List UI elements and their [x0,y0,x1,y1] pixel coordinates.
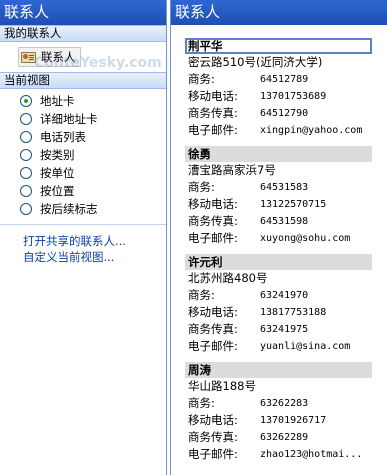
my-contacts-header[interactable]: 我的联系人 [0,25,166,42]
contacts-folder-row: 联系人 [0,42,166,72]
current-view-header[interactable]: 当前视图 [0,72,166,89]
card-address: 漕宝路高家浜7号 [188,163,276,177]
card-business-fax: 商务传真: 64531598 [185,213,372,230]
address-card-list: 荆平华 密云路510号(近同济大学) 商务: 64512789 移动电话: 1370… [171,25,387,463]
card-address: 密云路510号(近同济大学) [188,55,323,69]
address-card[interactable]: 徐勇 漕宝路高家浜7号 商务: 64531583 移动电话: 13122570715… [185,146,372,247]
card-business-phone: 商务: 63241970 [185,287,372,304]
contacts-folder-label: 联系人 [41,50,76,64]
radio-button[interactable] [20,131,32,143]
field-label: 电子邮件: [188,231,238,245]
nav-pane-title: 联系人 [0,0,166,25]
field-value: 64531583 [260,182,309,193]
field-label: 商务传真: [188,322,238,336]
field-value: 63241970 [260,290,309,301]
field-value: zhao123@hotmai... [260,449,363,460]
address-card[interactable]: 周涛 华山路188号 商务: 63262283 移动电话: 13701926717 … [185,362,372,463]
view-option-detailed-address-cards[interactable]: 详细地址卡 [0,110,166,128]
card-name[interactable]: 许元利 [185,254,372,270]
field-value: 63262283 [260,398,309,409]
card-business-phone: 商务: 64512789 [185,71,372,88]
contact-card-icon [21,51,37,64]
field-value: yuanli@sina.com [260,341,351,352]
contacts-pane: 联系人 荆平华 密云路510号(近同济大学) 商务: 64512789 移动电话:… [170,0,387,475]
view-option-phone-list[interactable]: 电话列表 [0,128,166,146]
field-value: xuyong@sohu.com [260,233,351,244]
card-email: 电子邮件: xingpin@yahoo.com [185,122,372,139]
view-option-label: 按后续标志 [40,202,98,216]
field-value: 64512790 [260,108,309,119]
view-option-label: 按位置 [40,184,75,198]
field-label: 商务: [188,72,215,86]
radio-button[interactable] [20,185,32,197]
address-card[interactable]: 荆平华 密云路510号(近同济大学) 商务: 64512789 移动电话: 1370… [185,38,372,139]
field-label: 商务传真: [188,430,238,444]
field-label: 电子邮件: [188,447,238,461]
field-value: xingpin@yahoo.com [260,125,363,136]
field-label: 商务传真: [188,106,238,120]
card-business-fax: 商务传真: 63241975 [185,321,372,338]
contacts-folder[interactable]: 联系人 [18,47,81,67]
field-label: 商务: [188,396,215,410]
card-business-fax: 商务传真: 64512790 [185,105,372,122]
card-email: 电子邮件: yuanli@sina.com [185,338,372,355]
field-label: 电子邮件: [188,123,238,137]
view-option-address-cards[interactable]: 地址卡 [0,92,166,110]
contacts-pane-title: 联系人 [171,0,387,25]
field-value: 64531598 [260,216,309,227]
card-email: 电子邮件: xuyong@sohu.com [185,230,372,247]
card-name[interactable]: 荆平华 [185,38,372,54]
radio-button[interactable] [20,167,32,179]
view-options: 地址卡 详细地址卡 电话列表 按类别 按单位 按位置 按后续标志 [0,89,166,218]
card-mobile-phone: 移动电话: 13817753188 [185,304,372,321]
field-value: 13701926717 [260,415,327,426]
field-label: 移动电话: [188,89,238,103]
open-shared-contacts-link[interactable]: 打开共享的联系人... [0,233,166,249]
view-option-label: 电话列表 [40,130,86,144]
view-option-by-location[interactable]: 按位置 [0,182,166,200]
field-value: 13122570715 [260,199,327,210]
view-option-by-category[interactable]: 按类别 [0,146,166,164]
field-label: 移动电话: [188,197,238,211]
view-option-label: 地址卡 [40,94,75,108]
radio-button[interactable] [20,203,32,215]
card-business-phone: 商务: 63262283 [185,395,372,412]
card-mobile-phone: 移动电话: 13122570715 [185,196,372,213]
field-value: 64512789 [260,74,309,85]
field-label: 电子邮件: [188,339,238,353]
field-value: 63262289 [260,432,309,443]
view-option-label: 按类别 [40,148,75,162]
field-value: 63241975 [260,324,309,335]
card-name[interactable]: 徐勇 [185,146,372,162]
card-mobile-phone: 移动电话: 13701753689 [185,88,372,105]
card-business-phone: 商务: 64531583 [185,179,372,196]
card-name[interactable]: 周涛 [185,362,372,378]
view-option-label: 详细地址卡 [40,112,98,126]
view-option-by-follow-up-flag[interactable]: 按后续标志 [0,200,166,218]
radio-button[interactable] [20,113,32,125]
radio-button[interactable] [20,149,32,161]
card-address: 华山路188号 [188,379,256,393]
view-option-label: 按单位 [40,166,75,180]
card-address: 北苏州路480号 [188,271,268,285]
card-mobile-phone: 移动电话: 13701926717 [185,412,372,429]
field-label: 商务传真: [188,214,238,228]
card-business-fax: 商务传真: 63262289 [185,429,372,446]
field-label: 移动电话: [188,413,238,427]
radio-button[interactable] [20,95,32,107]
field-value: 13701753689 [260,91,327,102]
field-label: 移动电话: [188,305,238,319]
field-label: 商务: [188,180,215,194]
field-label: 商务: [188,288,215,302]
view-option-by-company[interactable]: 按单位 [0,164,166,182]
address-card[interactable]: 许元利 北苏州路480号 商务: 63241970 移动电话: 1381775318… [185,254,372,355]
card-email: 电子邮件: zhao123@hotmai... [185,446,372,463]
nav-links: 打开共享的联系人... 自定义当前视图... [0,225,166,265]
navigation-pane: 联系人 我的联系人 联系人 当前视图 地址卡 详细地址卡 电话列表 按类别 按单… [0,0,167,475]
field-value: 13817753188 [260,307,327,318]
customize-current-view-link[interactable]: 自定义当前视图... [0,249,166,265]
